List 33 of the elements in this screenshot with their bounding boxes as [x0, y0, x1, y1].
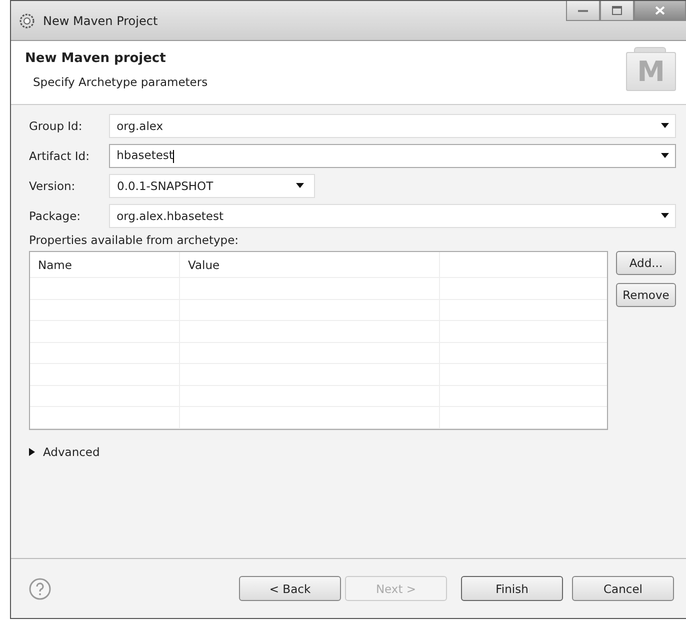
close-button[interactable] — [634, 1, 686, 21]
dropdown-arrow-icon — [296, 183, 304, 188]
combo-field[interactable]: org.alex — [108, 114, 676, 138]
maximize-button[interactable] — [600, 1, 634, 21]
help-icon[interactable] — [29, 578, 51, 600]
table-action-button[interactable]: Add... — [616, 251, 676, 275]
close-icon — [655, 6, 665, 15]
page-title: New Maven project — [25, 51, 167, 66]
minimize-icon — [578, 8, 588, 12]
field-label: Version: — [29, 178, 76, 192]
dialog-button[interactable]: Cancel — [572, 576, 674, 601]
field-label: Artifact Id: — [29, 148, 90, 162]
page-description: Specify Archetype parameters — [32, 75, 208, 89]
field-label: Group Id: — [29, 118, 84, 132]
column-header[interactable]: Value — [180, 252, 440, 278]
combo-field[interactable]: hbasetest — [108, 144, 676, 168]
minimize-button[interactable] — [566, 1, 600, 21]
gear-icon — [19, 12, 35, 28]
dropdown-arrow-icon — [661, 153, 669, 158]
dropdown-arrow-icon — [661, 213, 669, 218]
advanced-label[interactable]: Advanced — [43, 444, 100, 458]
table-action-button[interactable]: Remove — [616, 283, 676, 307]
column-header[interactable]: Name — [30, 252, 180, 278]
field-label: Package: — [29, 208, 82, 222]
combo-field[interactable]: 0.0.1-SNAPSHOT — [109, 174, 315, 198]
dialog-button[interactable]: Finish — [461, 576, 563, 601]
combo-field[interactable]: org.alex.hbasetest — [108, 204, 676, 228]
dialog-button[interactable]: < Back — [239, 576, 341, 601]
window-title: New Maven Project — [43, 14, 158, 28]
expand-triangle-icon[interactable] — [29, 448, 35, 456]
dropdown-arrow-icon — [661, 123, 669, 128]
section-label: Properties available from archetype: — [29, 233, 240, 247]
maximize-icon — [612, 6, 622, 15]
